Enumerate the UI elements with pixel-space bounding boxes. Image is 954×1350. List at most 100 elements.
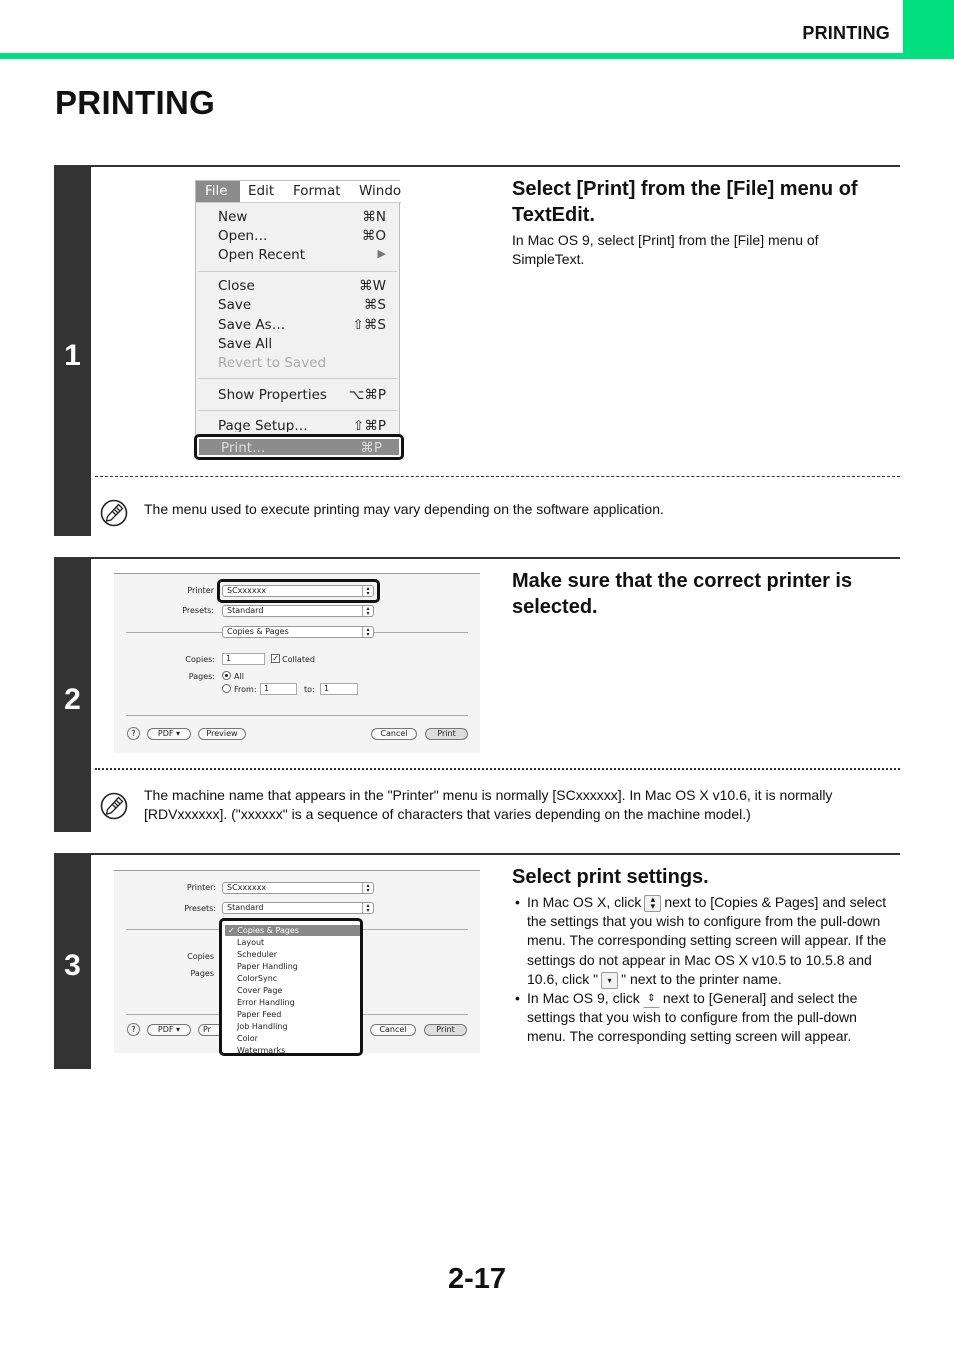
menu-item-save-all[interactable]: Save All — [218, 336, 386, 352]
stepper-arrows-icon: ▴ ▾ — [362, 606, 373, 617]
presets-label: Presets: — [184, 904, 216, 913]
from-input[interactable]: 1 — [260, 683, 297, 695]
menu-item-label: Show Properties — [218, 387, 327, 403]
dropdown-item-scheduler[interactable]: Scheduler — [225, 949, 360, 960]
menu-item-save[interactable]: Save ⌘S — [218, 297, 386, 313]
step-heading: Make sure that the correct printer is se… — [512, 570, 853, 618]
header-accent-tab — [903, 0, 954, 59]
pages-from-radio[interactable] — [222, 684, 231, 693]
pages-all-label: All — [234, 672, 244, 681]
print-button[interactable]: Print — [424, 1024, 467, 1036]
stepper-arrows-icon: ▴ ▾ — [644, 894, 662, 912]
print-button[interactable]: Print — [425, 728, 468, 740]
menu-separator — [198, 378, 397, 379]
menu-separator — [198, 271, 397, 272]
copies-label: Copies — [187, 952, 214, 961]
step-heading: Select print settings. — [512, 866, 709, 888]
pages-label: Pages — [190, 969, 214, 978]
presets-select[interactable]: Standard ▴ ▾ — [222, 605, 374, 617]
to-input[interactable]: 1 — [320, 683, 358, 695]
instruction-text: In Mac OS 9, click — [527, 990, 640, 1007]
panel-value: Copies & Pages — [227, 627, 289, 636]
menu-item-shortcut: ⇧⌘P — [353, 418, 386, 432]
instruction-mac-os-x: In Mac OS X, click▴▾next to [Copies & Pa… — [512, 893, 887, 989]
presets-select[interactable]: Standard ▴ ▾ — [222, 902, 374, 914]
pdf-button[interactable]: PDF ▾ — [147, 728, 191, 740]
collated-label: Collated — [282, 655, 315, 664]
step-1: 1 File Edit Format Windo New ⌘N Open… ⌘O O… — [54, 165, 900, 536]
collated-checkbox[interactable]: ✓ — [271, 654, 280, 663]
menu-item-label: Close — [218, 278, 255, 294]
print-dialog-screenshot: Printer: SCxxxxxx ▴ ▾ Presets: Standard ▴ ▾ … — [114, 870, 480, 1056]
dropdown-item-paper-handling[interactable]: Paper Handling — [225, 961, 360, 972]
menu-item-shortcut: ⌘N — [362, 209, 386, 225]
separator-line — [126, 632, 222, 633]
header-section-title: PRINTING — [802, 23, 890, 43]
menu-item-open-recent[interactable]: Open Recent ▶ — [218, 247, 386, 263]
menubar-file[interactable]: File — [196, 181, 240, 202]
copies-input[interactable]: 1 — [222, 653, 265, 665]
menu-item-open[interactable]: Open… ⌘O — [218, 228, 386, 244]
pages-all-radio[interactable] — [222, 671, 231, 680]
instruction-mac-os-9: In Mac OS 9, click⇕next to [General] and… — [512, 989, 887, 1047]
menu-item-shortcut: ⇧⌘S — [352, 317, 386, 333]
header-accent-line — [0, 53, 954, 59]
menu-item-label: Save — [218, 297, 252, 313]
dropdown-item-job-handling[interactable]: Job Handling — [225, 1021, 360, 1032]
separator-line — [126, 715, 468, 716]
presets-value: Standard — [227, 903, 264, 912]
step-description: In Mac OS 9, select [Print] from the [Fi… — [512, 232, 819, 267]
menu-item-label: Open… — [218, 228, 268, 244]
menu-item-shortcut: ⌥⌘P — [348, 387, 386, 403]
dropdown-item-layout[interactable]: Layout — [225, 937, 360, 948]
step-divider — [54, 557, 900, 559]
preview-button[interactable]: Preview — [198, 728, 246, 740]
menubar-edit[interactable]: Edit — [248, 183, 274, 199]
menubar-window[interactable]: Windo — [359, 183, 401, 199]
note-text: The menu used to execute printing may va… — [144, 501, 664, 517]
panel-select[interactable]: Copies & Pages ▴ ▾ — [222, 626, 374, 638]
note-divider — [95, 768, 900, 770]
dropdown-item-error-handling[interactable]: Error Handling — [225, 997, 360, 1008]
stepper-arrows-icon: ▴ ▾ — [362, 883, 373, 894]
printer-label: Printer: — [186, 883, 216, 892]
menu-item-save-as[interactable]: Save As… ⇧⌘S — [218, 317, 386, 333]
pdf-button[interactable]: PDF ▾ — [147, 1024, 191, 1036]
menu-item-shortcut: ⌘S — [363, 297, 386, 313]
printer-select[interactable]: SCxxxxxx ▴ ▾ — [222, 882, 374, 894]
instruction-list: In Mac OS X, click▴▾next to [Copies & Pa… — [512, 893, 887, 1047]
dropdown-item-colorsync[interactable]: ColorSync — [225, 973, 360, 984]
instruction-text: " next to the printer name. — [621, 970, 782, 987]
dropdown-item-paper-feed[interactable]: Paper Feed — [225, 1009, 360, 1020]
separator-line — [374, 632, 468, 633]
menu-item-revert-to-saved: Revert to Saved — [218, 355, 386, 371]
menu-item-shortcut: ⌘O — [361, 228, 386, 244]
menu-item-label: Open Recent — [218, 247, 306, 263]
cancel-button[interactable]: Cancel — [370, 1024, 416, 1036]
dropdown-item-color[interactable]: Color — [225, 1033, 360, 1044]
cancel-button[interactable]: Cancel — [371, 728, 417, 740]
printer-value: SCxxxxxx — [227, 883, 267, 892]
help-button[interactable]: ? — [127, 727, 140, 740]
dropdown-item-copies-pages[interactable]: ✓ Copies & Pages — [225, 925, 360, 936]
step-2: 2 Printer SCxxxxxx ▴ ▾ Presets: Standard ▴ ▾… — [54, 557, 900, 832]
submenu-arrow-icon: ▶ — [377, 247, 386, 260]
dropdown-item-cover-page[interactable]: Cover Page — [225, 985, 360, 996]
file-menu-screenshot: File Edit Format Windo New ⌘N Open… ⌘O Ope… — [194, 180, 404, 460]
menu-item-label: Revert to Saved — [218, 355, 327, 371]
menubar-format[interactable]: Format — [293, 183, 341, 199]
menu-item-new[interactable]: New ⌘N — [218, 209, 386, 225]
menu-item-page-setup[interactable]: Page Setup… ⇧⌘P — [218, 418, 386, 432]
print-dialog-screenshot: Printer SCxxxxxx ▴ ▾ Presets: Standard ▴ ▾ C… — [114, 573, 480, 753]
dropdown-item-watermarks[interactable]: Watermarks — [225, 1045, 360, 1056]
pencil-note-icon — [100, 792, 128, 820]
menu-item-print-highlighted[interactable]: Print… ⌘P — [194, 434, 404, 460]
help-button[interactable]: ? — [127, 1023, 140, 1036]
menubar: File Edit Format Windo — [196, 181, 401, 203]
menu-item-close[interactable]: Close ⌘W — [218, 278, 386, 294]
menu-item-show-properties[interactable]: Show Properties ⌥⌘P — [218, 387, 386, 403]
menu-item-label: Save All — [218, 336, 273, 352]
up-down-arrow-icon: ⇕ — [642, 990, 660, 1008]
note-divider — [95, 476, 900, 477]
panel-dropdown-menu: ✓ Copies & Pages Layout Scheduler Paper … — [219, 918, 363, 1056]
